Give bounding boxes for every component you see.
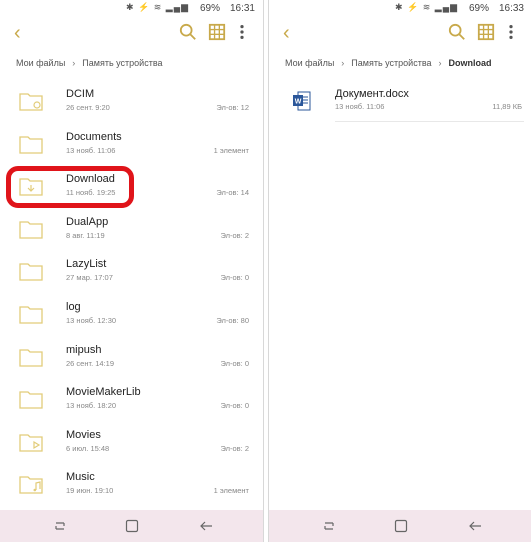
list-item[interactable]: mipush 26 сент. 14:19 Эл-ов: 0 bbox=[0, 334, 263, 377]
item-count: Эл-ов: 14 bbox=[216, 188, 249, 198]
left-screen: ✱ ⚡ ≋ ▂▄▆ 69% 16:31 ‹ Мои файлы › Память у… bbox=[0, 0, 264, 542]
item-date: 26 сент. 14:19 bbox=[66, 358, 115, 368]
item-count: Эл-ов: 2 bbox=[220, 230, 249, 240]
more-options-icon[interactable] bbox=[502, 23, 520, 41]
folder-icon bbox=[19, 221, 43, 239]
breadcrumb-chevron-icon: › bbox=[72, 58, 76, 68]
item-name: Music bbox=[66, 471, 95, 484]
list-item[interactable]: Documents 13 нояб. 11:06 1 элемент bbox=[0, 121, 263, 164]
item-date: 13 нояб. 12:30 bbox=[66, 315, 117, 325]
item-count: Эл-ов: 0 bbox=[220, 401, 249, 411]
item-name: DCIM bbox=[66, 88, 95, 100]
grid-view-icon[interactable] bbox=[477, 23, 495, 41]
breadcrumb-chevron-icon: › bbox=[438, 58, 442, 68]
item-count: 1 элемент bbox=[213, 486, 249, 496]
home-icon[interactable] bbox=[393, 518, 409, 534]
breadcrumb-my-files[interactable]: Мои файлы bbox=[16, 58, 65, 68]
svg-text:W: W bbox=[295, 99, 302, 106]
home-icon[interactable] bbox=[124, 518, 140, 534]
item-date: 8 авг. 11:19 bbox=[66, 230, 105, 240]
toolbar: ‹ bbox=[269, 16, 531, 50]
item-date: 26 сент. 9:20 bbox=[66, 103, 110, 112]
status-icons: ✱ ⚡ ≋ ▂▄▆ bbox=[394, 2, 458, 12]
folder-music-icon bbox=[19, 476, 43, 494]
item-date: 13 нояб. 18:20 bbox=[66, 401, 117, 411]
item-name: MovieMakerLib bbox=[66, 386, 141, 399]
status-bar: ✱ ⚡ ≋ ▂▄▆ 69% 16:31 bbox=[0, 0, 263, 16]
breadcrumb: Мои файлы › Память устройства › Download bbox=[269, 52, 531, 74]
search-icon[interactable] bbox=[448, 23, 466, 41]
item-count: Эл-ов: 0 bbox=[220, 358, 249, 368]
folder-icon bbox=[19, 135, 43, 154]
folder-icon bbox=[19, 348, 43, 367]
item-name: DualApp bbox=[66, 215, 109, 228]
breadcrumb: Мои файлы › Память устройства bbox=[0, 52, 263, 74]
more-options-icon[interactable] bbox=[233, 23, 251, 41]
breadcrumb-download: Download bbox=[448, 58, 492, 68]
item-name: LazyList bbox=[66, 258, 107, 271]
list-item[interactable]: Movies 6 июл. 15:48 Эл-ов: 2 bbox=[0, 419, 263, 462]
back-nav-icon[interactable] bbox=[198, 518, 214, 534]
battery-level: 69% bbox=[468, 3, 489, 14]
back-nav-icon[interactable] bbox=[467, 518, 483, 534]
folder-list: DCIM 26 сент. 9:20 Эл-ов: 12 Documents 1… bbox=[0, 78, 263, 504]
list-item[interactable]: MovieMakerLib 13 нояб. 18:20 Эл-ов: 0 bbox=[0, 376, 263, 419]
download-highlight-frame bbox=[6, 166, 134, 208]
recent-apps-icon[interactable] bbox=[52, 518, 68, 534]
item-date: 27 мар. 17:07 bbox=[66, 273, 113, 283]
list-item[interactable]: DualApp 8 авг. 11:19 Эл-ов: 2 bbox=[0, 206, 263, 249]
item-name: mipush bbox=[66, 343, 102, 356]
breadcrumb-device-storage[interactable]: Память устройства bbox=[351, 58, 431, 68]
breadcrumb-chevron-icon: › bbox=[341, 58, 345, 68]
item-name: log bbox=[66, 300, 81, 313]
folder-camera-icon bbox=[19, 93, 43, 111]
item-date: 13 нояб. 11:06 bbox=[66, 145, 116, 155]
right-screen: ✱ ⚡ ≋ ▂▄▆ 69% 16:33 ‹ Мои файлы › Память у… bbox=[268, 0, 531, 542]
nav-bar bbox=[0, 510, 263, 542]
file-name: Документ.docx bbox=[335, 88, 409, 100]
list-item[interactable]: log 13 нояб. 12:30 Эл-ов: 80 bbox=[0, 291, 263, 334]
item-count: Эл-ов: 80 bbox=[216, 315, 249, 325]
item-count: Эл-ов: 2 bbox=[220, 443, 249, 453]
search-icon[interactable] bbox=[179, 23, 197, 41]
folder-icon bbox=[19, 391, 43, 409]
list-item[interactable]: LazyList 27 мар. 17:07 Эл-ов: 0 bbox=[0, 248, 263, 291]
folder-icon bbox=[19, 306, 43, 324]
breadcrumb-my-files[interactable]: Мои файлы bbox=[285, 58, 334, 68]
back-icon[interactable]: ‹ bbox=[14, 22, 21, 45]
folder-icon bbox=[19, 263, 43, 282]
item-count: Эл-ов: 12 bbox=[216, 103, 249, 112]
grid-view-icon[interactable] bbox=[208, 23, 226, 41]
file-date: 13 нояб. 11:06 bbox=[335, 102, 385, 111]
breadcrumb-device-storage[interactable]: Память устройства bbox=[82, 58, 162, 68]
recent-apps-icon[interactable] bbox=[321, 518, 337, 534]
status-time: 16:31 bbox=[229, 3, 255, 14]
file-item[interactable]: W Документ.docx 13 нояб. 11:06 11,89 КБ bbox=[269, 88, 531, 126]
nav-bar bbox=[269, 510, 531, 542]
item-date: 19 июн. 19:10 bbox=[66, 486, 114, 496]
item-name: Documents bbox=[66, 130, 122, 143]
back-icon[interactable]: ‹ bbox=[283, 22, 290, 45]
list-item[interactable]: DCIM 26 сент. 9:20 Эл-ов: 12 bbox=[0, 78, 263, 121]
divider bbox=[335, 121, 524, 122]
list-item[interactable]: Music 19 июн. 19:10 1 элемент bbox=[0, 461, 263, 504]
status-icons: ✱ ⚡ ≋ ▂▄▆ bbox=[125, 2, 189, 12]
item-count: 1 элемент bbox=[213, 145, 249, 155]
word-document-icon: W bbox=[293, 91, 311, 111]
status-bar: ✱ ⚡ ≋ ▂▄▆ 69% 16:33 bbox=[269, 0, 531, 16]
file-size: 11,89 КБ bbox=[492, 102, 522, 111]
battery-level: 69% bbox=[199, 3, 220, 14]
item-name: Movies bbox=[66, 428, 101, 441]
item-count: Эл-ов: 0 bbox=[220, 273, 249, 283]
toolbar: ‹ bbox=[0, 16, 263, 50]
folder-video-icon bbox=[19, 434, 43, 452]
status-time: 16:33 bbox=[498, 3, 524, 14]
item-date: 6 июл. 15:48 bbox=[66, 443, 110, 453]
